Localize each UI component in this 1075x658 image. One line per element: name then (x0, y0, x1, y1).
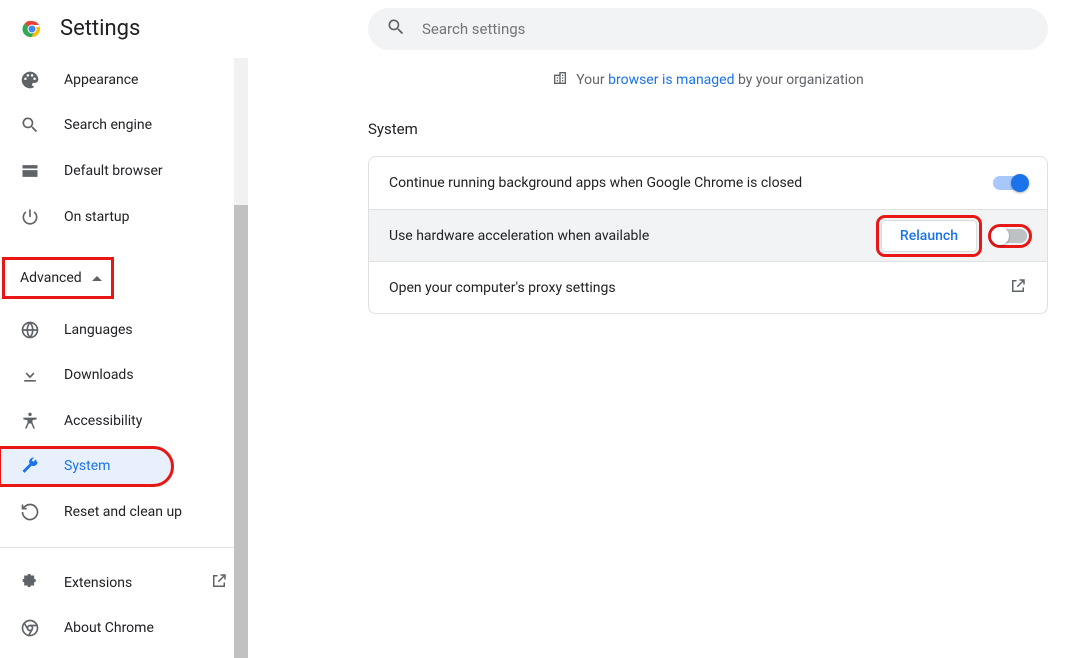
setting-label: Open your computer's proxy settings (389, 280, 993, 296)
managed-notice: Your browser is managed by your organiza… (368, 50, 1048, 110)
setting-label: Use hardware acceleration when available (389, 228, 865, 244)
background-apps-toggle[interactable] (993, 176, 1027, 190)
sidebar-item-about[interactable]: About Chrome (0, 609, 248, 647)
globe-icon (20, 320, 40, 340)
sidebar-item-label: Search engine (64, 117, 152, 133)
sidebar-item-label: Default browser (64, 163, 163, 179)
restore-icon (20, 502, 40, 522)
setting-row-hardware-accel: Use hardware acceleration when available… (369, 209, 1047, 261)
search-icon (20, 115, 40, 135)
divider (0, 547, 248, 548)
sidebar: Settings Appearance Search engine (0, 0, 248, 651)
sidebar-item-label: About Chrome (64, 620, 154, 636)
building-icon (552, 70, 568, 90)
sidebar-item-reset[interactable]: Reset and clean up (0, 493, 248, 531)
sidebar-item-on-startup[interactable]: On startup (0, 198, 248, 236)
chevron-up-icon (92, 276, 102, 281)
download-icon (20, 365, 40, 385)
sidebar-item-label: Accessibility (64, 413, 142, 429)
managed-notice-text: Your browser is managed by your organiza… (576, 72, 864, 88)
sidebar-item-label: Languages (64, 322, 133, 338)
extension-icon (20, 573, 40, 593)
sidebar-item-downloads[interactable]: Downloads (0, 356, 248, 394)
sidebar-header: Settings (0, 0, 248, 57)
open-external-icon (1009, 277, 1027, 299)
sidebar-item-label: Downloads (64, 367, 134, 383)
advanced-label: Advanced (20, 270, 82, 286)
setting-label: Continue running background apps when Go… (389, 175, 977, 191)
sidebar-item-appearance[interactable]: Appearance (0, 61, 248, 99)
system-settings-card: Continue running background apps when Go… (368, 156, 1048, 314)
sidebar-item-accessibility[interactable]: Accessibility (0, 402, 248, 440)
chrome-logo-icon (20, 17, 44, 41)
sidebar-scrollbar-thumb[interactable] (234, 205, 248, 658)
sidebar-item-languages[interactable]: Languages (0, 311, 248, 349)
sidebar-item-label: On startup (64, 209, 130, 225)
wrench-icon (20, 456, 40, 476)
managed-link[interactable]: browser is managed (608, 72, 734, 88)
search-icon (386, 17, 406, 41)
setting-row-background-apps: Continue running background apps when Go… (369, 157, 1047, 209)
accessibility-icon (20, 411, 40, 431)
page-title: Settings (60, 16, 140, 41)
relaunch-button[interactable]: Relaunch (881, 220, 977, 252)
main-content: Your browser is managed by your organiza… (248, 0, 1075, 651)
sidebar-nav: Appearance Search engine Default browser… (0, 57, 248, 651)
sidebar-item-label: Appearance (64, 72, 138, 88)
sidebar-item-label: Reset and clean up (64, 504, 182, 520)
sidebar-section-advanced[interactable]: Advanced (4, 259, 112, 297)
section-title: System (368, 110, 1048, 156)
hardware-accel-toggle[interactable] (993, 229, 1027, 243)
search-input[interactable] (422, 20, 1030, 38)
sidebar-scrollbar[interactable] (234, 58, 248, 651)
power-icon (20, 207, 40, 227)
sidebar-item-label: System (64, 458, 110, 474)
chrome-outline-icon (20, 618, 40, 638)
sidebar-item-label: Extensions (64, 575, 132, 591)
search-box[interactable] (368, 8, 1048, 50)
browser-window-icon (20, 161, 40, 181)
sidebar-item-search-engine[interactable]: Search engine (0, 107, 248, 145)
sidebar-item-extensions[interactable]: Extensions (0, 564, 248, 602)
setting-row-proxy[interactable]: Open your computer's proxy settings (369, 261, 1047, 313)
sidebar-item-system[interactable]: System (0, 448, 172, 486)
sidebar-item-default-browser[interactable]: Default browser (0, 152, 248, 190)
palette-icon (20, 70, 40, 90)
open-external-icon (210, 572, 228, 594)
